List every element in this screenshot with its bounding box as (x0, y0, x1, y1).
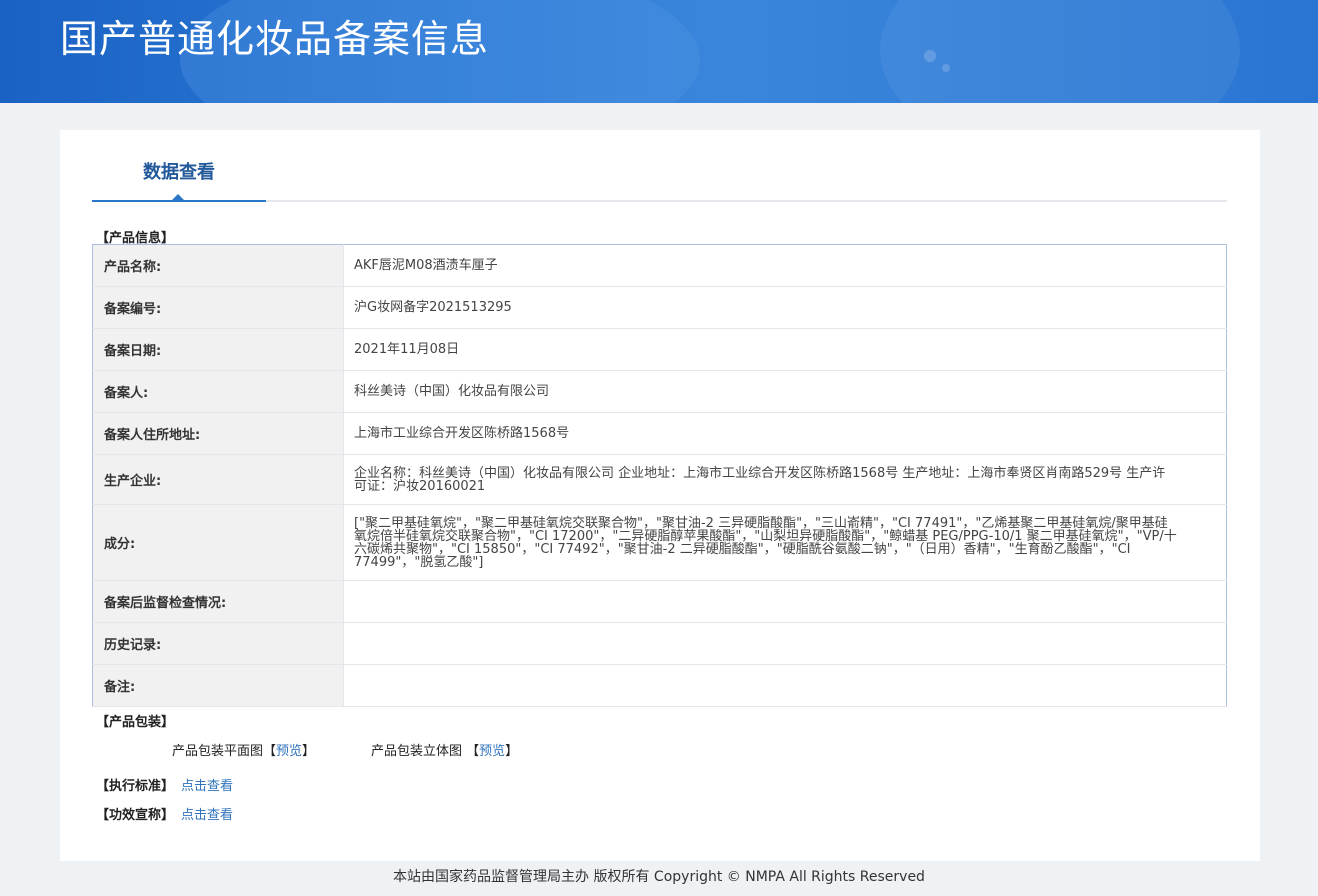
row-value: 上海市工业综合开发区陈桥路1568号 (343, 412, 1227, 455)
package-flat-item: 产品包装平面图【预览】 (172, 744, 316, 759)
table-row: 备案编号: 沪G妆网备字2021513295 (92, 286, 1227, 329)
package-stereo-item: 产品包装立体图 【预览】 (371, 744, 519, 759)
tab-data-view[interactable]: 数据查看 (92, 130, 266, 202)
row-value: 沪G妆网备字2021513295 (343, 286, 1227, 329)
row-label: 生产企业: (92, 454, 344, 505)
banner-dot (924, 50, 936, 62)
tab-label: 数据查看 (143, 162, 215, 183)
row-value: AKF唇泥M08酒渍车厘子 (343, 244, 1227, 287)
standard-title: 【执行标准】 (96, 779, 175, 794)
row-label: 备案编号: (92, 286, 344, 329)
table-row: 备案人: 科丝美诗（中国）化妆品有限公司 (92, 370, 1227, 413)
standard-view-link[interactable]: 点击查看 (181, 775, 233, 794)
row-label: 备案人住所地址: (92, 412, 344, 455)
row-value (343, 580, 1227, 623)
tab-bar: 数据查看 (92, 130, 1227, 202)
product-info-table: 产品名称: AKF唇泥M08酒渍车厘子 备案编号: 沪G妆网备字20215132… (92, 244, 1227, 707)
package-flat-preview-link[interactable]: 预览 (276, 744, 302, 759)
table-row: 备案后监督检查情况: (92, 580, 1227, 623)
page-title: 国产普通化妆品备案信息 (60, 17, 490, 61)
row-value: 2021年11月08日 (343, 328, 1227, 371)
row-label: 成分: (92, 504, 344, 581)
packaging-title: 【产品包装】 (96, 715, 175, 730)
row-label: 产品名称: (92, 244, 344, 287)
table-row: 成分: ["聚二甲基硅氧烷"，"聚二甲基硅氧烷交联聚合物"，"聚甘油-2 三异硬… (92, 504, 1227, 581)
row-label: 备案日期: (92, 328, 344, 371)
package-flat-label: 产品包装平面图 (172, 744, 264, 759)
content-card: 数据查看 【产品信息】 产品名称: AKF唇泥M08酒渍车厘子 备案编号: 沪G… (60, 130, 1260, 861)
row-label: 备注: (92, 664, 344, 707)
table-row: 生产企业: 企业名称：科丝美诗（中国）化妆品有限公司 企业地址：上海市工业综合开… (92, 454, 1227, 505)
banner-dot (942, 64, 950, 72)
package-stereo-label: 产品包装立体图 (371, 744, 463, 759)
row-value: 科丝美诗（中国）化妆品有限公司 (343, 370, 1227, 413)
row-value: 企业名称：科丝美诗（中国）化妆品有限公司 企业地址：上海市工业综合开发区陈桥路1… (343, 454, 1227, 505)
row-label: 备案后监督检查情况: (92, 580, 344, 623)
table-row: 备案日期: 2021年11月08日 (92, 328, 1227, 371)
efficacy-view-link[interactable]: 点击查看 (181, 804, 233, 823)
header-banner: 国产普通化妆品备案信息 (0, 0, 1318, 103)
row-label: 历史记录: (92, 622, 344, 665)
row-value (343, 622, 1227, 665)
table-row: 备注: (92, 664, 1227, 707)
table-row: 备案人住所地址: 上海市工业综合开发区陈桥路1568号 (92, 412, 1227, 455)
tab-active-indicator-icon (172, 194, 184, 200)
footer-copyright: 本站由国家药品监督管理局主办 版权所有 Copyright © NMPA All… (393, 869, 925, 885)
table-row: 历史记录: (92, 622, 1227, 665)
row-label: 备案人: (92, 370, 344, 413)
efficacy-title: 【功效宣称】 (96, 808, 175, 823)
row-value: ["聚二甲基硅氧烷"，"聚二甲基硅氧烷交联聚合物"，"聚甘油-2 三异硬脂酸酯"… (343, 504, 1227, 581)
row-value (343, 664, 1227, 707)
table-row: 产品名称: AKF唇泥M08酒渍车厘子 (92, 244, 1227, 287)
package-stereo-preview-link[interactable]: 预览 (479, 744, 505, 759)
